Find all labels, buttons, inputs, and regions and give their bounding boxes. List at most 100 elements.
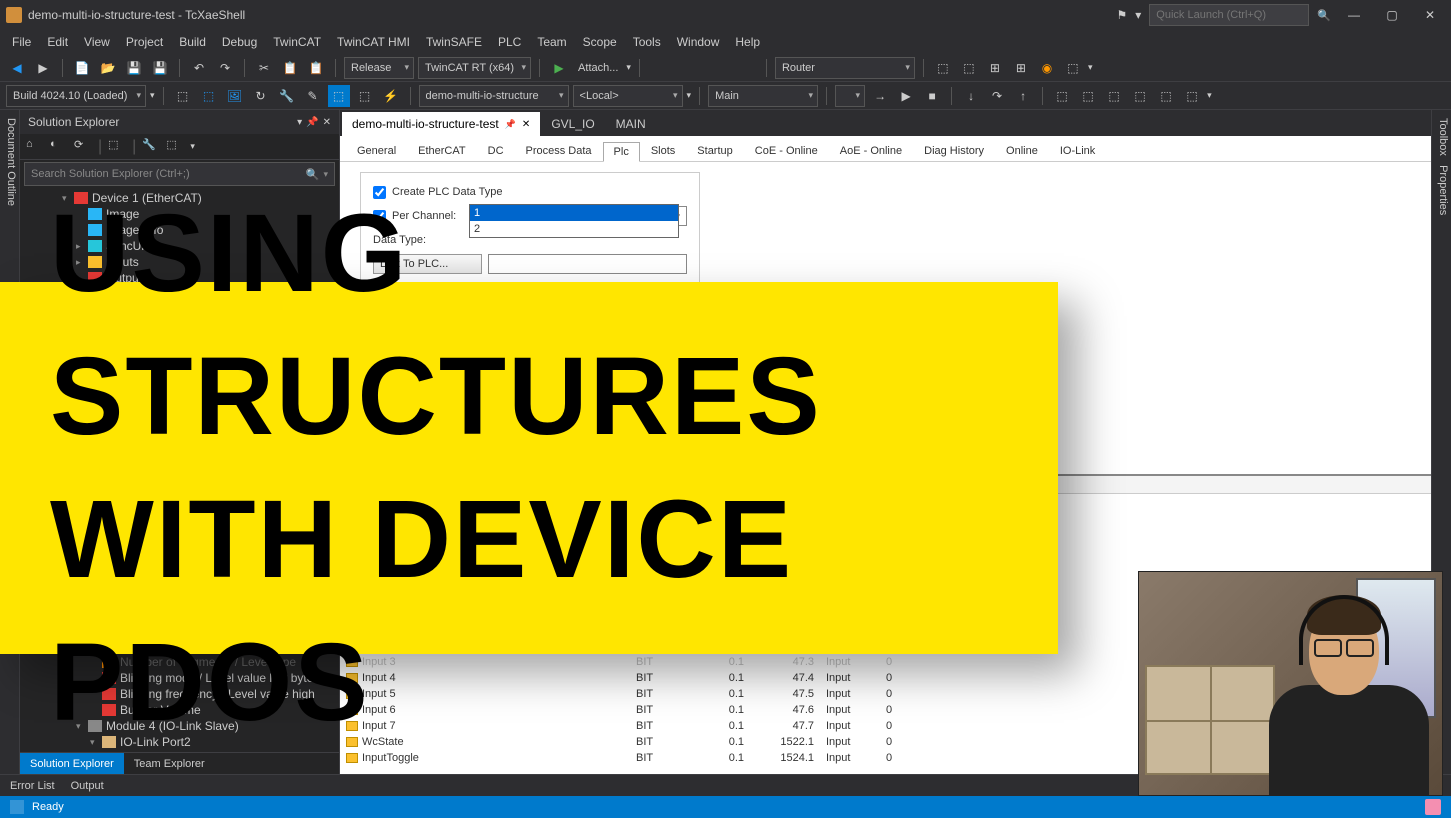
tc-e-icon[interactable]: 🔧 [276,85,298,107]
menu-twincat[interactable]: TwinCAT [265,35,329,49]
menu-help[interactable]: Help [727,35,768,49]
tc-i-icon[interactable]: ⚡ [380,85,402,107]
tc-f-icon[interactable]: ✎ [302,85,324,107]
config-combo[interactable]: Release [344,57,414,79]
maximize-button[interactable]: ▢ [1377,4,1407,26]
menu-team[interactable]: Team [529,35,574,49]
new-button[interactable]: 📄 [71,57,93,79]
build-combo[interactable]: Build 4024.10 (Loaded) [6,85,146,107]
se-b-icon[interactable]: ⟳ [74,138,92,156]
tab-team-explorer[interactable]: Team Explorer [124,753,215,774]
menu-debug[interactable]: Debug [214,35,265,49]
step-b-icon[interactable]: ↷ [986,85,1008,107]
subtab-slots[interactable]: Slots [640,141,686,161]
doctab-main[interactable]: MAIN [606,112,656,136]
subtab-aoe-online[interactable]: AoE - Online [829,141,913,161]
tool-a-icon[interactable]: ⬚ [932,57,954,79]
menu-tools[interactable]: Tools [625,35,669,49]
empty-combo[interactable] [835,85,865,107]
tool-f-icon[interactable]: ⬚ [1062,57,1084,79]
tc-g-icon[interactable]: ⬚ [328,85,350,107]
se-wrench-icon[interactable]: 🔧 [142,138,160,156]
menu-view[interactable]: View [76,35,118,49]
se-d-icon[interactable]: ⬚ [166,138,184,156]
open-button[interactable]: 📂 [97,57,119,79]
subtab-process-data[interactable]: Process Data [515,141,603,161]
misc-d-icon[interactable]: ⬚ [1129,85,1151,107]
subtab-ethercat[interactable]: EtherCAT [407,141,476,161]
tc-h-icon[interactable]: ⬚ [354,85,376,107]
menubar: FileEditViewProjectBuildDebugTwinCATTwin… [0,30,1451,54]
menu-project[interactable]: Project [118,35,171,49]
se-home-icon[interactable]: ⌂ [26,138,44,156]
step-c-icon[interactable]: ↑ [1012,85,1034,107]
doctab-gvl-io[interactable]: GVL_IO [541,112,604,136]
misc-b-icon[interactable]: ⬚ [1077,85,1099,107]
project-combo[interactable]: demo-multi-io-structure [419,85,569,107]
undo-button[interactable]: ↶ [188,57,210,79]
se-a-icon[interactable]: ◐ [50,138,68,156]
panel-pin-icon[interactable]: 📌 [306,117,318,128]
subtab-diag-history[interactable]: Diag History [913,141,995,161]
panel-dropdown-icon[interactable]: ▾ [297,117,302,128]
cut-button[interactable]: ✂ [253,57,275,79]
misc-a-icon[interactable]: ⬚ [1051,85,1073,107]
menu-window[interactable]: Window [669,35,728,49]
tab-solution-explorer[interactable]: Solution Explorer [20,753,124,774]
save-button[interactable]: 💾 [123,57,145,79]
search-icon[interactable]: 🔍 [1317,9,1331,22]
subtab-general[interactable]: General [346,141,407,161]
subtab-plc[interactable]: Plc [603,142,640,162]
flag-icon[interactable]: ⚑ [1117,8,1128,22]
tab-error-list[interactable]: Error List [10,780,55,792]
tool-c-icon[interactable]: ⊞ [984,57,1006,79]
doctab-demo-multi-io-structure-test[interactable]: demo-multi-io-structure-test📌✕ [342,112,540,136]
step-a-icon[interactable]: ↓ [960,85,982,107]
tc-c-icon[interactable]: 🖼 [224,85,246,107]
copy-button[interactable]: 📋 [279,57,301,79]
tc-a-icon[interactable]: ⬚ [172,85,194,107]
routine-combo[interactable]: Main [708,85,818,107]
menu-file[interactable]: File [4,35,39,49]
tool-d-icon[interactable]: ⊞ [1010,57,1032,79]
minimize-button[interactable]: — [1339,4,1369,26]
menu-edit[interactable]: Edit [39,35,76,49]
target-combo[interactable]: <Local> [573,85,683,107]
tool-e-icon[interactable]: ◉ [1036,57,1058,79]
misc-e-icon[interactable]: ⬚ [1155,85,1177,107]
saveall-button[interactable]: 💾 [149,57,171,79]
menu-twincat-hmi[interactable]: TwinCAT HMI [329,35,418,49]
paste-button[interactable]: 📋 [305,57,327,79]
tool-b-icon[interactable]: ⬚ [958,57,980,79]
misc-c-icon[interactable]: ⬚ [1103,85,1125,107]
tc-b-icon[interactable]: ⬚ [198,85,220,107]
forward-button[interactable]: ▶ [32,57,54,79]
tc-d-icon[interactable]: ↻ [250,85,272,107]
tab-output[interactable]: Output [71,780,104,792]
notify-icon[interactable]: ▾ [1135,8,1141,22]
status-right-icon[interactable] [1425,799,1441,815]
menu-plc[interactable]: PLC [490,35,529,49]
misc-f-icon[interactable]: ⬚ [1181,85,1203,107]
panel-close-icon[interactable]: ✕ [323,117,331,128]
subtab-startup[interactable]: Startup [686,141,743,161]
dbg-b-icon[interactable]: ▶ [895,85,917,107]
platform-combo[interactable]: TwinCAT RT (x64) [418,57,531,79]
subtab-dc[interactable]: DC [477,141,515,161]
run-button[interactable]: ▶ [548,57,570,79]
subtab-io-link[interactable]: IO-Link [1049,141,1106,161]
dbg-a-icon[interactable]: → [869,85,891,107]
quick-launch-input[interactable] [1149,4,1309,26]
back-button[interactable]: ◀ [6,57,28,79]
redo-button[interactable]: ↷ [214,57,236,79]
menu-build[interactable]: Build [171,35,214,49]
close-button[interactable]: ✕ [1415,4,1445,26]
attach-label[interactable]: Attach... [574,62,622,74]
router-combo[interactable]: Router [775,57,915,79]
menu-scope[interactable]: Scope [575,35,625,49]
subtab-online[interactable]: Online [995,141,1049,161]
menu-twinsafe[interactable]: TwinSAFE [418,35,490,49]
se-c-icon[interactable]: ⬚ [108,138,126,156]
dbg-c-icon[interactable]: ■ [921,85,943,107]
subtab-coe-online[interactable]: CoE - Online [744,141,829,161]
